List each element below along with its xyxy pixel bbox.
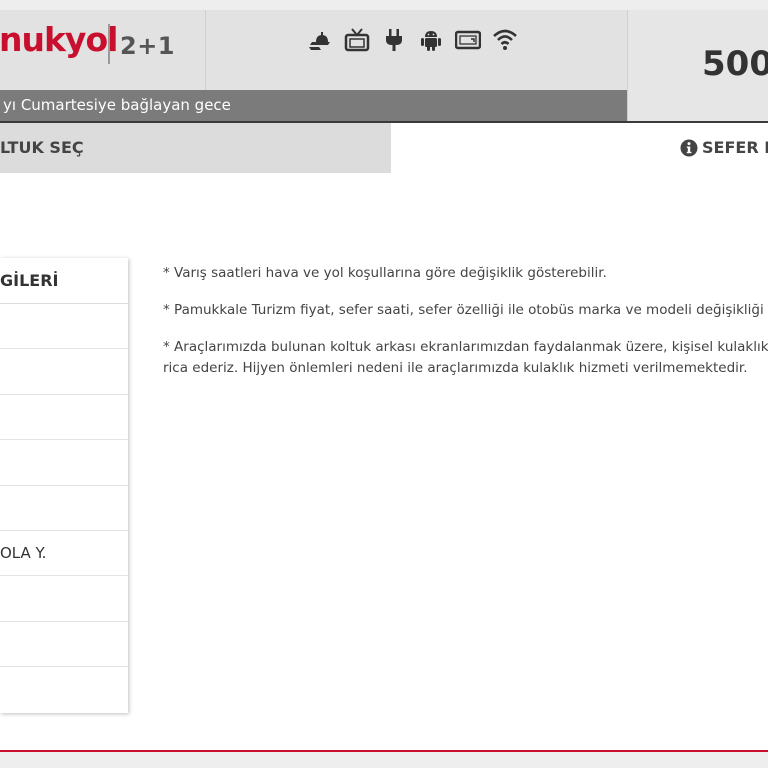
note-headphones: * Araçlarımızda bulunan koltuk arkası ek… xyxy=(163,339,768,355)
tv-icon xyxy=(343,26,370,54)
info-row xyxy=(0,304,128,350)
info-row xyxy=(0,486,128,531)
trip-date-bar: yı Cumartesiye bağlayan gece xyxy=(0,90,627,121)
trip-info-panel: GİLERİ OLA Y. xyxy=(0,258,128,713)
tab-trip-info-label: SEFER B xyxy=(702,138,768,157)
power-plug-icon xyxy=(380,26,407,54)
info-row: OLA Y. xyxy=(0,531,128,577)
food-service-icon xyxy=(306,26,333,54)
info-row xyxy=(0,440,128,486)
company-logo: nukyol xyxy=(0,20,118,59)
price-box: 500 xyxy=(627,10,768,121)
logo-separator xyxy=(108,24,110,64)
wifi-icon xyxy=(491,26,518,54)
seat-layout-label: 2+1 xyxy=(120,32,176,60)
footer-accent-line xyxy=(0,750,768,752)
android-icon xyxy=(417,26,444,54)
tab-trip-info[interactable]: SEFER B xyxy=(391,123,768,173)
info-row xyxy=(0,622,128,668)
tab-select-seat[interactable]: LTUK SEÇ xyxy=(0,123,391,173)
info-row xyxy=(0,395,128,441)
trip-notes: * Varış saatleri hava ve yol koşullarına… xyxy=(163,263,768,395)
panel-title: GİLERİ xyxy=(0,258,128,304)
note-headphones-cont: rica ederiz. Hijyen önlemleri nedeni ile… xyxy=(163,360,748,376)
info-row xyxy=(0,576,128,622)
screen-icon xyxy=(454,26,481,54)
brand-area: nukyol 2+1 xyxy=(0,10,206,90)
note-arrival: * Varış saatleri hava ve yol koşullarına… xyxy=(163,265,607,281)
ticket-price: 500 xyxy=(702,44,768,84)
header-divider xyxy=(205,10,206,90)
trip-card: nukyol 2+1 yı Cumartesiye bağlayan gece … xyxy=(0,10,768,752)
amenities-list xyxy=(306,24,518,56)
info-icon xyxy=(680,139,698,157)
note-changes: * Pamukkale Turizm fiyat, sefer saati, s… xyxy=(163,302,764,318)
info-row xyxy=(0,667,128,712)
info-row xyxy=(0,349,128,395)
trip-header: nukyol 2+1 yı Cumartesiye bağlayan gece … xyxy=(0,10,768,121)
